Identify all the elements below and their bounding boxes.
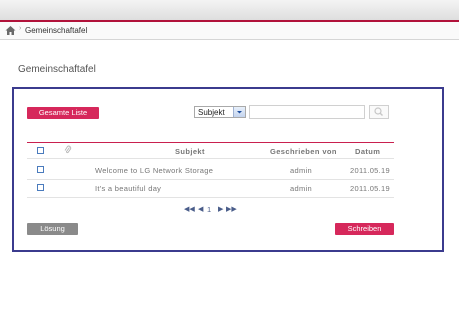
- search-input[interactable]: [249, 105, 365, 119]
- table-top-border: [27, 142, 394, 143]
- browser-top-bar: [0, 0, 459, 20]
- row-author: admin: [290, 166, 312, 175]
- select-all-checkbox[interactable]: [37, 147, 44, 154]
- row-divider: [27, 179, 394, 180]
- page-number[interactable]: 1: [207, 205, 211, 214]
- column-header-subject[interactable]: Subjekt: [175, 147, 205, 156]
- column-header-author[interactable]: Geschrieben von: [270, 147, 337, 156]
- row-subject[interactable]: It's a beautiful day: [95, 184, 161, 193]
- breadcrumb: › Gemeinschaftafel: [0, 22, 459, 40]
- breadcrumb-separator: ›: [19, 25, 22, 32]
- home-icon[interactable]: [5, 25, 16, 36]
- next-page-button[interactable]: ▶: [218, 205, 223, 213]
- last-page-button[interactable]: ▶▶: [226, 205, 237, 213]
- row-checkbox[interactable]: [37, 166, 44, 173]
- chevron-down-icon[interactable]: [233, 107, 245, 117]
- row-divider: [27, 158, 394, 159]
- row-divider: [27, 197, 394, 198]
- breadcrumb-current[interactable]: Gemeinschaftafel: [25, 26, 87, 35]
- search-field-select[interactable]: Subjekt: [194, 106, 246, 118]
- delete-button[interactable]: Lösung: [27, 223, 78, 235]
- first-page-button[interactable]: ◀◀: [184, 205, 195, 213]
- row-author: admin: [290, 184, 312, 193]
- row-date: 2011.05.19: [350, 184, 390, 193]
- page-title: Gemeinschaftafel: [18, 64, 96, 75]
- row-subject[interactable]: Welcome to LG Network Storage: [95, 166, 213, 175]
- search-button[interactable]: [369, 105, 389, 119]
- search-icon: [374, 107, 383, 116]
- column-header-date[interactable]: Datum: [355, 147, 380, 156]
- paperclip-icon: [64, 145, 72, 154]
- row-checkbox[interactable]: [37, 184, 44, 191]
- write-button[interactable]: Schreiben: [335, 223, 394, 235]
- all-list-button[interactable]: Gesamte Liste: [27, 107, 99, 119]
- prev-page-button[interactable]: ◀: [198, 205, 203, 213]
- search-field-select-value: Subjekt: [198, 108, 225, 117]
- row-date: 2011.05.19: [350, 166, 390, 175]
